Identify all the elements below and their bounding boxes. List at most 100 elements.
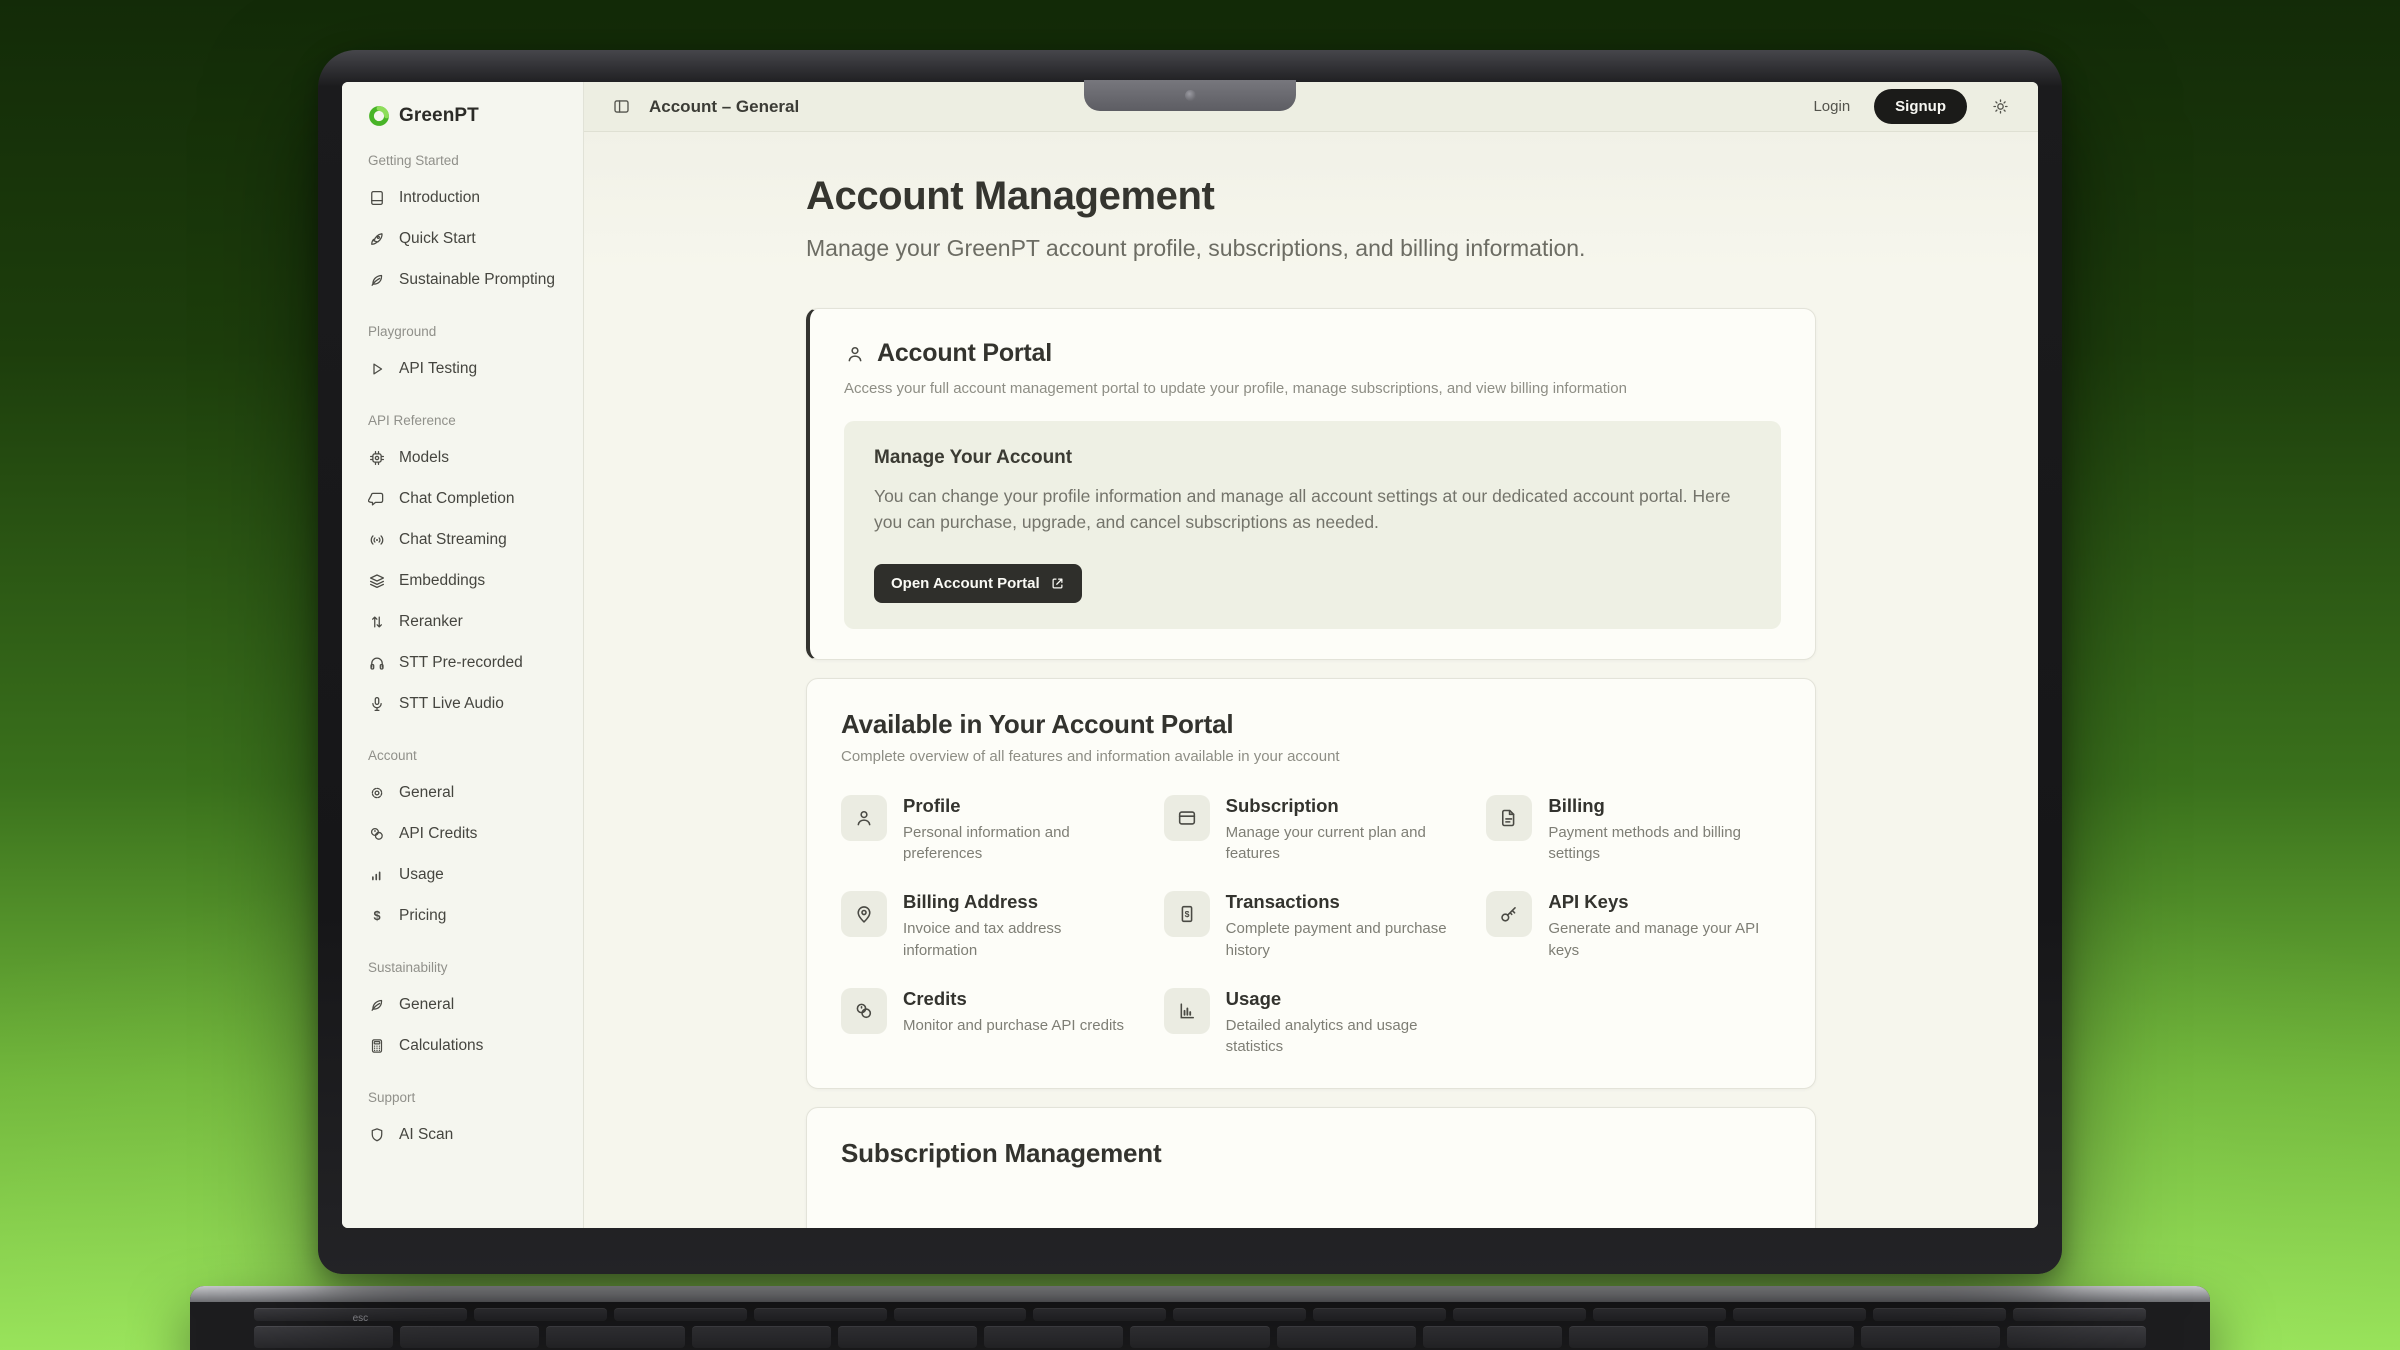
user-icon [844, 343, 866, 365]
feature-description: Complete payment and purchase history [1226, 918, 1459, 962]
sidebar: GreenPT Getting Started Introduction Qui… [342, 82, 584, 1228]
keyboard-key [894, 1308, 1027, 1321]
sidebar-item-chat-streaming[interactable]: Chat Streaming [368, 519, 573, 560]
sidebar-item-chat-completion[interactable]: Chat Completion [368, 478, 573, 519]
chip-icon [368, 449, 386, 467]
sidebar-item-stt-live-audio[interactable]: STT Live Audio [368, 683, 573, 724]
headphones-icon [368, 654, 386, 672]
sidebar-item-calculations[interactable]: Calculations [368, 1025, 573, 1066]
feature-title: Usage [1226, 988, 1459, 1010]
subscription-management-card: Subscription Management [806, 1107, 1816, 1228]
sort-arrows-icon [368, 613, 386, 631]
leaf-icon [368, 996, 386, 1014]
sidebar-item-api-credits[interactable]: API Credits [368, 813, 573, 854]
sidebar-item-introduction[interactable]: Introduction [368, 177, 573, 218]
account-portal-card-header: Account Portal [844, 339, 1781, 368]
microphone-icon [368, 695, 386, 713]
coins-icon [368, 825, 386, 843]
keyboard-key [984, 1326, 1123, 1348]
feature-api-keys: API Keys Generate and manage your API ke… [1486, 891, 1781, 962]
manage-account-panel: Manage Your Account You can change your … [844, 421, 1781, 629]
keyboard-key [1733, 1308, 1866, 1321]
sidebar-item-api-testing[interactable]: API Testing [368, 348, 573, 389]
rocket-icon [368, 230, 386, 248]
section-label: Sustainability [368, 960, 573, 975]
keyboard-key [838, 1326, 977, 1348]
feature-description: Generate and manage your API keys [1548, 918, 1781, 962]
keyboard-key [692, 1326, 831, 1348]
page-title: Account Management [806, 174, 1816, 219]
sidebar-item-quick-start[interactable]: Quick Start [368, 218, 573, 259]
content-scroll-area[interactable]: Account Management Manage your GreenPT a… [584, 132, 2038, 1228]
keyboard-key [754, 1308, 887, 1321]
keyboard-key [1873, 1308, 2006, 1321]
topbar-left: Account – General [612, 97, 799, 117]
button-label: Open Account Portal [891, 575, 1040, 592]
sidebar-item-sustainable-prompting[interactable]: Sustainable Prompting [368, 259, 573, 300]
keyboard-key [2007, 1326, 2146, 1348]
feature-description: Invoice and tax address information [903, 918, 1136, 962]
sidebar-item-sustainability-general[interactable]: General [368, 984, 573, 1025]
keyboard-key [2013, 1308, 2146, 1321]
camera-notch [1084, 80, 1296, 111]
greenpt-logo-icon [368, 105, 390, 127]
feature-title: Billing Address [903, 891, 1136, 913]
sidebar-section-sustainability: Sustainability General Calculations [368, 960, 573, 1066]
browser-viewport: GreenPT Getting Started Introduction Qui… [342, 82, 2038, 1228]
panel-title: Manage Your Account [874, 447, 1751, 469]
feature-title: Subscription [1226, 795, 1459, 817]
laptop-deck-edge [190, 1286, 2210, 1302]
feature-grid: Profile Personal information and prefere… [841, 795, 1781, 1059]
open-account-portal-button[interactable]: Open Account Portal [874, 564, 1082, 603]
card-title: Subscription Management [841, 1138, 1781, 1169]
keyboard-key [1715, 1326, 1854, 1348]
bar-chart-icon [368, 866, 386, 884]
feature-title: Profile [903, 795, 1136, 817]
page-content: Account Management Manage your GreenPT a… [806, 132, 1816, 1228]
calculator-icon [368, 1037, 386, 1055]
sidebar-item-reranker[interactable]: Reranker [368, 601, 573, 642]
keyboard-key [1453, 1308, 1586, 1321]
card-description: Access your full account management port… [844, 380, 1781, 397]
sidebar-item-pricing[interactable]: $ Pricing [368, 895, 573, 936]
sidebar-item-models[interactable]: Models [368, 437, 573, 478]
keyboard-key [1173, 1308, 1306, 1321]
login-link[interactable]: Login [1813, 98, 1850, 115]
feature-description: Manage your current plan and features [1226, 822, 1459, 866]
features-card: Available in Your Account Portal Complet… [806, 678, 1816, 1090]
shield-icon [368, 1126, 386, 1144]
keyboard-key [254, 1326, 393, 1348]
page-breadcrumb-title: Account – General [649, 97, 799, 117]
sidebar-item-stt-pre-recorded[interactable]: STT Pre-recorded [368, 642, 573, 683]
feature-billing: Billing Payment methods and billing sett… [1486, 795, 1781, 866]
sidebar-section-support: Support AI Scan [368, 1090, 573, 1155]
signup-button[interactable]: Signup [1874, 89, 1967, 124]
keyboard-key [1130, 1326, 1269, 1348]
card-subtitle: Complete overview of all features and in… [841, 748, 1781, 765]
feature-subscription: Subscription Manage your current plan an… [1164, 795, 1459, 866]
keyboard-number-row [254, 1326, 2146, 1348]
leaf-icon [368, 271, 386, 289]
map-pin-icon [841, 891, 887, 937]
logo[interactable]: GreenPT [368, 103, 573, 129]
svg-text:$: $ [1184, 909, 1189, 919]
keyboard-key [1423, 1326, 1562, 1348]
feature-description: Detailed analytics and usage statistics [1226, 1015, 1459, 1059]
account-portal-card: Account Portal Access your full account … [806, 308, 1816, 660]
section-label: Getting Started [368, 153, 573, 168]
chart-axis-icon [1164, 988, 1210, 1034]
sidebar-item-embeddings[interactable]: Embeddings [368, 560, 573, 601]
keyboard-key [1569, 1326, 1708, 1348]
sidebar-item-ai-scan[interactable]: AI Scan [368, 1114, 573, 1155]
theme-toggle-sun-icon[interactable] [1991, 97, 2010, 116]
feature-description: Payment methods and billing settings [1548, 822, 1781, 866]
laptop-base: esc tab Q W E [190, 1286, 2210, 1350]
sidebar-toggle-icon[interactable] [612, 97, 631, 116]
key-icon [1486, 891, 1532, 937]
section-label: API Reference [368, 413, 573, 428]
play-icon [368, 360, 386, 378]
sidebar-item-account-general[interactable]: General [368, 772, 573, 813]
dollar-icon: $ [368, 907, 386, 925]
topbar: Account – General Login Signup [584, 82, 2038, 132]
sidebar-item-usage[interactable]: Usage [368, 854, 573, 895]
